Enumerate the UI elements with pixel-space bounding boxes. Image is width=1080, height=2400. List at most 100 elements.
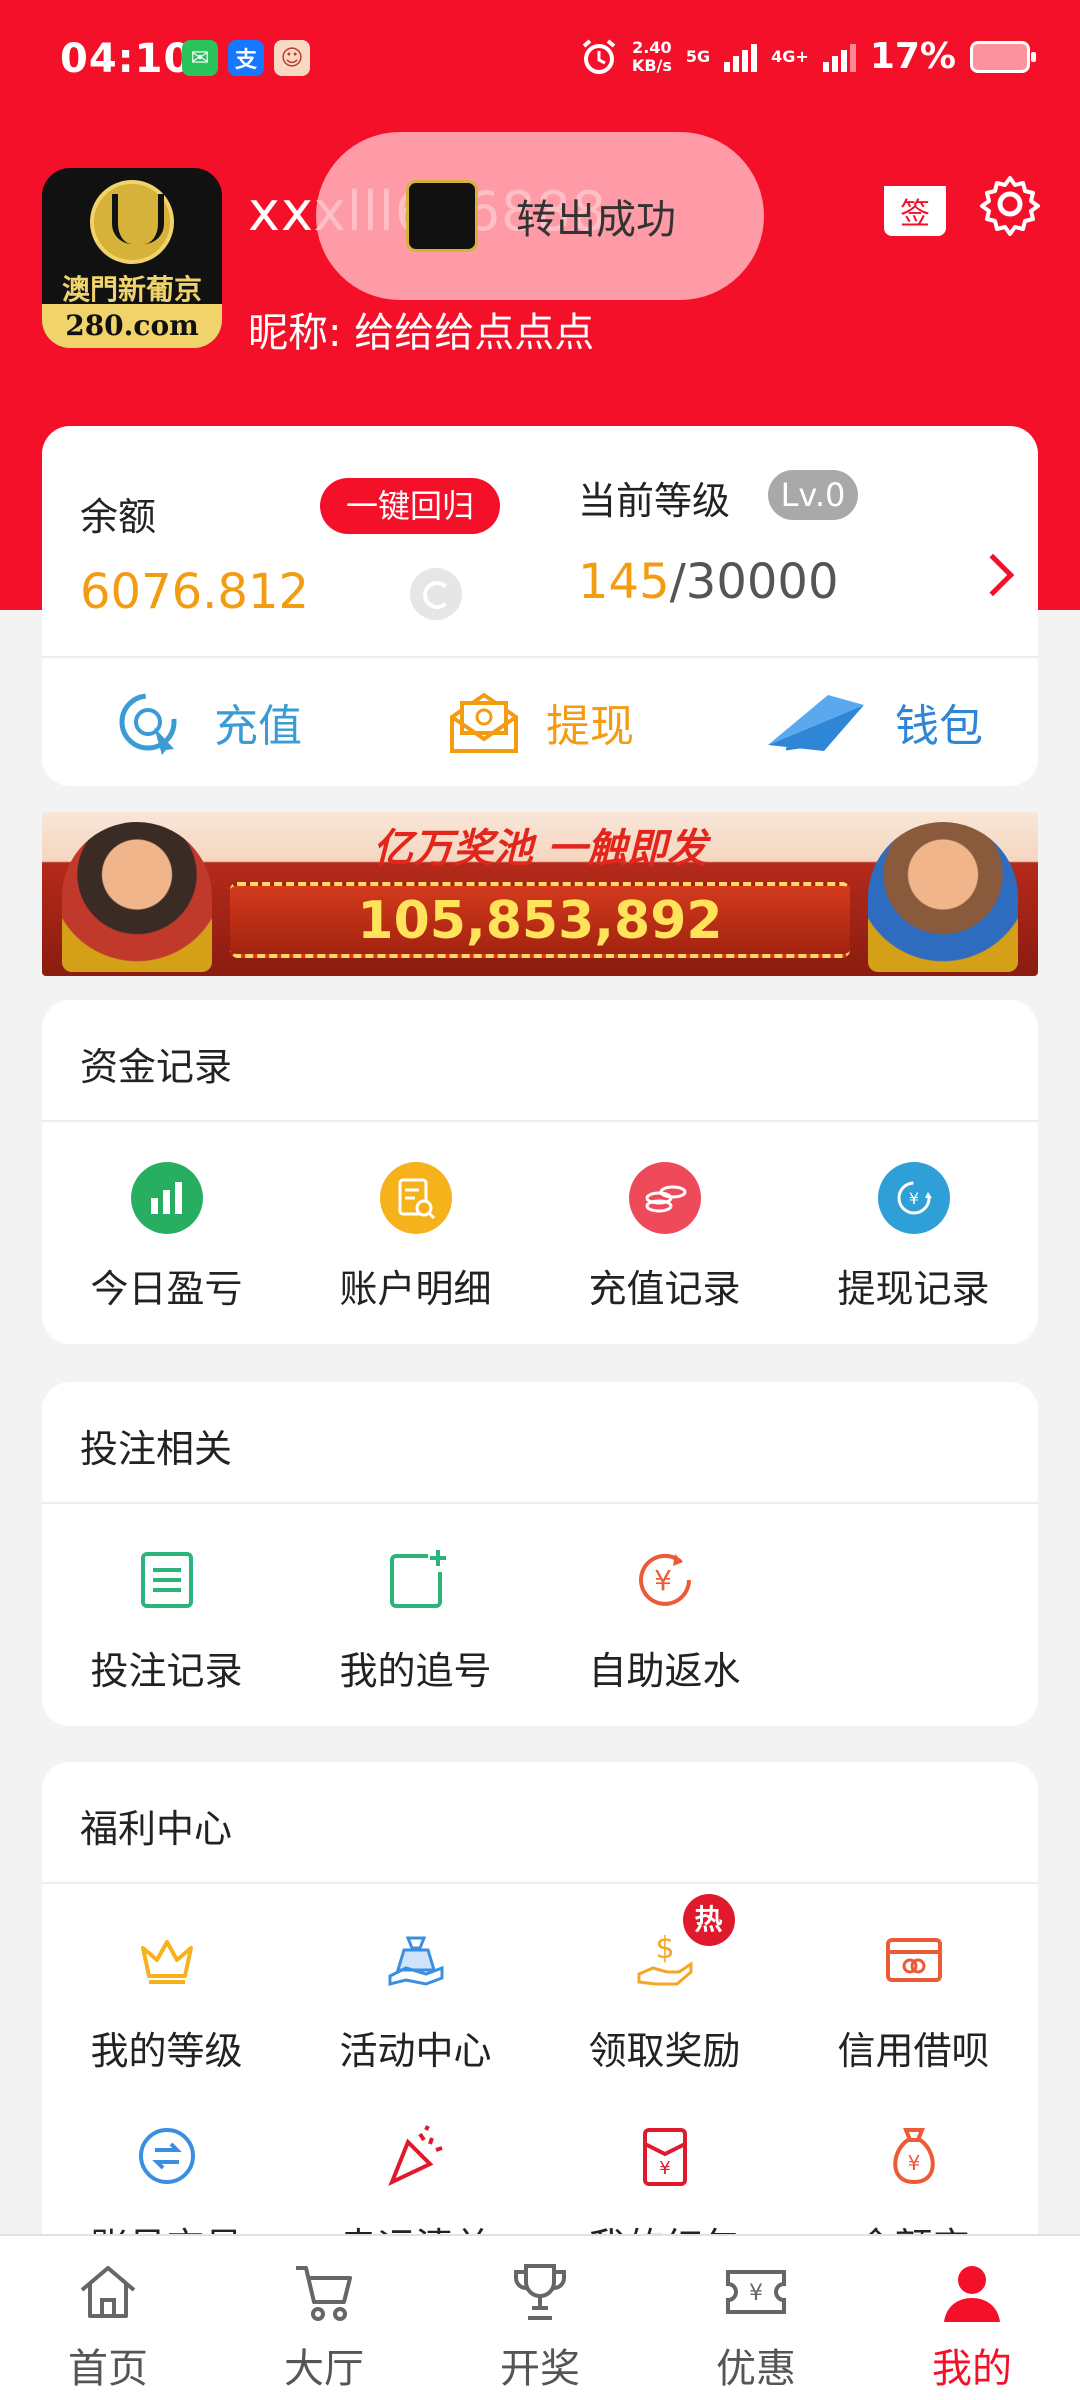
alipay-icon: 支	[228, 40, 264, 76]
my-level-button[interactable]: 我的等级	[42, 1884, 291, 2080]
status-right: 2.40 KB/s 5G 4G+ 17%	[580, 36, 1036, 77]
level-progress[interactable]: 145/30000	[578, 554, 839, 610]
hot-badge: 热	[682, 1894, 735, 1946]
refresh-icon[interactable]	[410, 568, 462, 620]
balance-label: 余额	[80, 495, 157, 539]
gear-icon[interactable]	[978, 172, 1042, 236]
battery-icon	[970, 40, 1036, 73]
wallet-label: 钱包	[895, 701, 983, 752]
bet-records-button[interactable]: 投注记录	[42, 1504, 291, 1694]
item-label: 投注记录	[90, 1649, 243, 1693]
withdraw-records-button[interactable]: ¥ 提现记录	[789, 1122, 1038, 1312]
cart-icon	[296, 2266, 352, 2321]
tab-label: 优惠	[716, 2346, 796, 2392]
deposit-icon	[119, 693, 177, 755]
tab-mine[interactable]: 我的	[864, 2236, 1080, 2400]
signal-icon	[724, 42, 758, 72]
level-label: 当前等级	[578, 479, 731, 523]
tab-lobby[interactable]: 大厅	[216, 2236, 432, 2400]
balance-amount: 6076.812	[80, 564, 310, 620]
self-rebate-button[interactable]: ¥ 自助返水	[540, 1504, 789, 1694]
deposit-button[interactable]: 充值	[42, 658, 374, 786]
wallet-button[interactable]: 钱包	[706, 658, 1038, 786]
svg-text:¥: ¥	[907, 2151, 920, 2175]
item-label: 我的等级	[90, 2029, 243, 2073]
gift-icon	[388, 1936, 443, 1986]
item-label: 我的追号	[339, 1649, 492, 1693]
logo-emblem	[90, 180, 174, 264]
battery-percent: 17%	[869, 36, 956, 77]
tab-lottery[interactable]: 开奖	[432, 2236, 648, 2400]
withdraw-icon	[450, 692, 518, 753]
one-click-return-button[interactable]: 一键回归	[320, 478, 500, 534]
svg-text:¥: ¥	[659, 2158, 670, 2179]
deposit-label: 充值	[214, 701, 302, 752]
deposit-records-button[interactable]: 充值记录	[540, 1122, 789, 1312]
exchange-icon: ¥	[877, 1162, 950, 1234]
tab-label: 我的	[932, 2346, 1012, 2392]
claim-reward-button[interactable]: $ 热 领取奖励	[540, 1884, 789, 2080]
money-bag-icon: ¥	[892, 2128, 935, 2185]
section-title: 福利中心	[80, 1807, 233, 1851]
net-speed: 2.40 KB/s	[631, 37, 672, 75]
item-label: 充值记录	[588, 1267, 741, 1311]
crown-icon	[140, 1940, 193, 1984]
item-label: 领取奖励	[588, 2029, 741, 2073]
trophy-icon	[514, 2264, 566, 2320]
chevron-right-icon[interactable]	[971, 553, 1015, 597]
rebate-icon: ¥	[638, 1553, 691, 1606]
account-detail-icon	[379, 1162, 452, 1234]
wechat-icon: ✉	[182, 40, 218, 76]
toast-message: 转出成功	[316, 132, 764, 300]
item-label: 自助返水	[588, 1649, 741, 1693]
svg-text:¥: ¥	[749, 2281, 763, 2306]
jackpot-amount: 105,853,892	[230, 882, 850, 958]
tab-label: 开奖	[500, 2346, 580, 2392]
item-label: 活动中心	[339, 2029, 492, 2073]
section-title: 投注相关	[80, 1427, 233, 1471]
svg-text:¥: ¥	[654, 1564, 672, 1597]
user-icon	[944, 2266, 1000, 2322]
app-icon: ☺	[274, 40, 310, 76]
party-icon	[387, 2125, 443, 2186]
signal-icon-2	[822, 42, 856, 72]
status-time: 04:10	[60, 36, 193, 82]
withdraw-button[interactable]: 提现	[374, 658, 706, 786]
item-label: 账户明细	[339, 1267, 492, 1311]
tab-home[interactable]: 首页	[0, 2236, 216, 2400]
item-label: 提现记录	[837, 1267, 990, 1311]
avatar-logo-domain: 280.com	[42, 304, 222, 348]
betting-section: 投注相关 投注记录 我的追号 ¥ 自助返水	[42, 1382, 1038, 1726]
home-icon	[80, 2266, 136, 2318]
toast-text: 转出成功	[516, 197, 676, 243]
avatar-logo-text: 澳門新葡京	[61, 273, 202, 306]
credit-loan-button[interactable]: 信用借呗	[789, 1884, 1038, 2080]
sign-in-button[interactable]: 签	[884, 176, 946, 236]
tab-promotions[interactable]: ¥ 优惠	[648, 2236, 864, 2400]
tab-label: 大厅	[284, 2346, 364, 2392]
balance-card: 余额 一键回归 6076.812 当前等级 Lv.0 145/30000 充值 …	[42, 426, 1038, 786]
today-profit-button[interactable]: 今日盈亏	[42, 1122, 291, 1312]
welfare-section: 福利中心 我的等级 活动中心 $ 热 领取奖励 信用借呗 账号交易 幸运清单 ¥	[42, 1762, 1038, 2269]
activity-center-button[interactable]: 活动中心	[291, 1884, 540, 2080]
coins-icon	[628, 1162, 701, 1234]
account-detail-button[interactable]: 账户明细	[291, 1122, 540, 1312]
status-bar: 04:10 ✉ 支 ☺ 2.40 KB/s 5G 4G+ 17%	[0, 0, 1080, 120]
network-4g: 4G+	[771, 46, 809, 66]
wallet-icon	[768, 695, 864, 751]
item-label: 今日盈亏	[90, 1267, 243, 1311]
level-badge: Lv.0	[768, 470, 858, 520]
toast-app-icon	[406, 180, 478, 252]
tab-label: 首页	[68, 2346, 148, 2392]
add-note-icon	[389, 1550, 446, 1608]
coupon-icon: ¥	[726, 2270, 786, 2314]
avatar[interactable]: 澳門新葡京 280.com	[42, 168, 222, 348]
banner-tagline: 亿万奖池 一触即发	[373, 826, 707, 872]
list-icon	[140, 1552, 193, 1608]
withdraw-label: 提现	[546, 701, 634, 752]
card-icon	[885, 1938, 942, 1982]
section-title: 资金记录	[80, 1045, 233, 1089]
jackpot-banner[interactable]: 亿万奖池 一触即发 105,853,892	[42, 812, 1038, 976]
my-chase-button[interactable]: 我的追号	[291, 1504, 540, 1694]
wallet-actions: 充值 提现 钱包	[42, 658, 1038, 786]
